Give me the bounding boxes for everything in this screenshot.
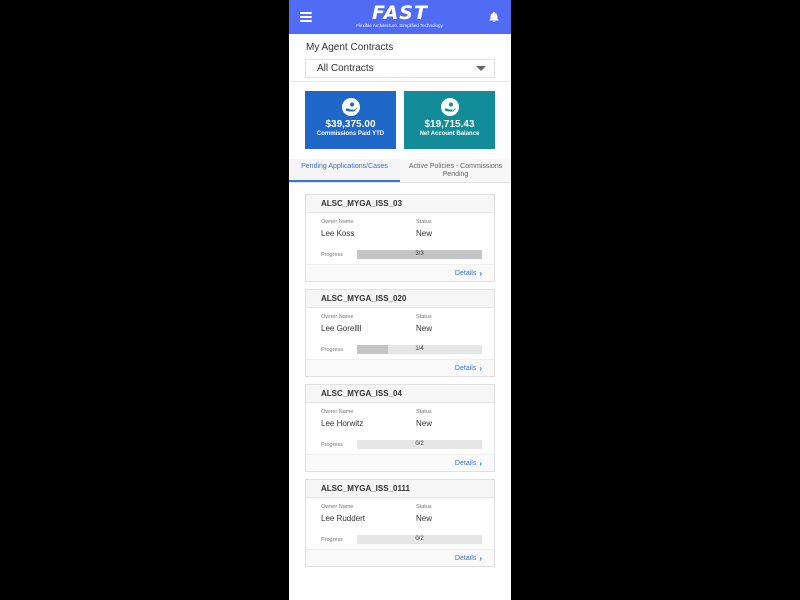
case-id: ALSC_MYGA_ISS_03 (306, 195, 494, 213)
logo-tagline: Flexible Architecture. Simplified Techno… (356, 23, 444, 28)
status-value: New (416, 419, 433, 428)
fast-logo: FAST Flexible Architecture. Simplified T… (356, 3, 443, 29)
owner-name-label: Owner Name (321, 219, 354, 225)
owner-name-value: Lee Gorellll (321, 324, 362, 333)
status-value: New (416, 229, 433, 238)
tab-active-policies[interactable]: Active Policies - Commissions Pending (400, 159, 511, 182)
tab-pending-applications[interactable]: Pending Applications/Cases (289, 159, 400, 182)
owner-name-label: Owner Name (321, 314, 354, 320)
chevron-right-icon: › (479, 363, 482, 373)
owner-name-label: Owner Name (321, 409, 354, 415)
progress-label: Progress (321, 537, 344, 543)
status-value: New (416, 324, 433, 333)
case-id: ALSC_MYGA_ISS_04 (306, 385, 494, 403)
details-link[interactable]: Details › (455, 269, 482, 278)
owner-name-label: Owner Name (321, 504, 354, 510)
progress-label: Progress (321, 252, 344, 258)
details-link[interactable]: Details › (455, 459, 482, 468)
progress-bar: 3/3 (357, 250, 482, 259)
case-card: ALSC_MYGA_ISS_03 Owner Name Lee Koss Sta… (305, 194, 495, 282)
details-label: Details (454, 364, 477, 372)
progress-bar: 0/2 (357, 440, 482, 449)
case-id: ALSC_MYGA_ISS_0111 (306, 480, 494, 498)
case-card: ALSC_MYGA_ISS_020 Owner Name Lee Gorelll… (305, 289, 495, 377)
details-link[interactable]: Details › (455, 364, 482, 373)
details-label: Details (454, 554, 477, 562)
commissions-paid-card[interactable]: $39,375.00 Commissions Paid YTD (305, 91, 396, 149)
status-label: Status (416, 314, 432, 320)
hamburger-menu-icon[interactable] (300, 12, 312, 22)
commissions-amount: $39,375.00 (325, 119, 376, 130)
chevron-right-icon: › (479, 268, 482, 278)
case-list: ALSC_MYGA_ISS_03 Owner Name Lee Koss Sta… (289, 183, 511, 567)
owner-name-value: Lee Horwitz (321, 419, 364, 428)
divider (289, 81, 511, 82)
details-label: Details (454, 269, 477, 277)
chevron-right-icon: › (479, 553, 482, 563)
chevron-right-icon: › (479, 458, 482, 468)
case-card: ALSC_MYGA_ISS_0111 Owner Name Lee Rudder… (305, 479, 495, 567)
hand-coin-icon (341, 98, 360, 116)
owner-name-value: Lee Koss (321, 229, 355, 238)
bell-icon[interactable] (488, 11, 500, 23)
progress-label: Progress (321, 442, 344, 448)
status-label: Status (416, 504, 432, 510)
status-label: Status (416, 409, 432, 415)
hand-coin-icon (440, 98, 459, 116)
contracts-dropdown-value: All Contracts (317, 63, 374, 74)
summary-cards: $39,375.00 Commissions Paid YTD $19,715.… (305, 91, 495, 149)
tab-bar: Pending Applications/Cases Active Polici… (289, 159, 511, 183)
status-label: Status (416, 219, 432, 225)
contracts-dropdown[interactable]: All Contracts (305, 59, 495, 78)
balance-label: Net Account Balance (419, 131, 480, 137)
owner-name-value: Lee Ruddert (321, 514, 366, 523)
status-value: New (416, 514, 433, 523)
details-link[interactable]: Details › (455, 554, 482, 563)
case-card: ALSC_MYGA_ISS_04 Owner Name Lee Horwitz … (305, 384, 495, 472)
case-id: ALSC_MYGA_ISS_020 (306, 290, 494, 308)
logo-wordmark: FAST (372, 2, 428, 24)
progress-text: 3/3 (415, 251, 424, 257)
progress-label: Progress (321, 347, 344, 353)
details-label: Details (454, 459, 477, 467)
top-bar: FAST Flexible Architecture. Simplified T… (289, 0, 511, 34)
progress-bar: 1/4 (357, 345, 482, 354)
mobile-app-screen: FAST Flexible Architecture. Simplified T… (289, 0, 511, 600)
commissions-label: Commissions Paid YTD (316, 131, 385, 137)
contracts-title: My Agent Contracts (306, 42, 394, 53)
progress-bar: 0/2 (357, 535, 482, 544)
progress-text: 0/2 (415, 536, 424, 542)
balance-amount: $19,715.43 (424, 119, 475, 130)
caret-down-icon (476, 66, 486, 71)
progress-text: 1/4 (415, 346, 424, 352)
net-balance-card[interactable]: $19,715.43 Net Account Balance (404, 91, 495, 149)
progress-text: 0/2 (415, 441, 424, 447)
